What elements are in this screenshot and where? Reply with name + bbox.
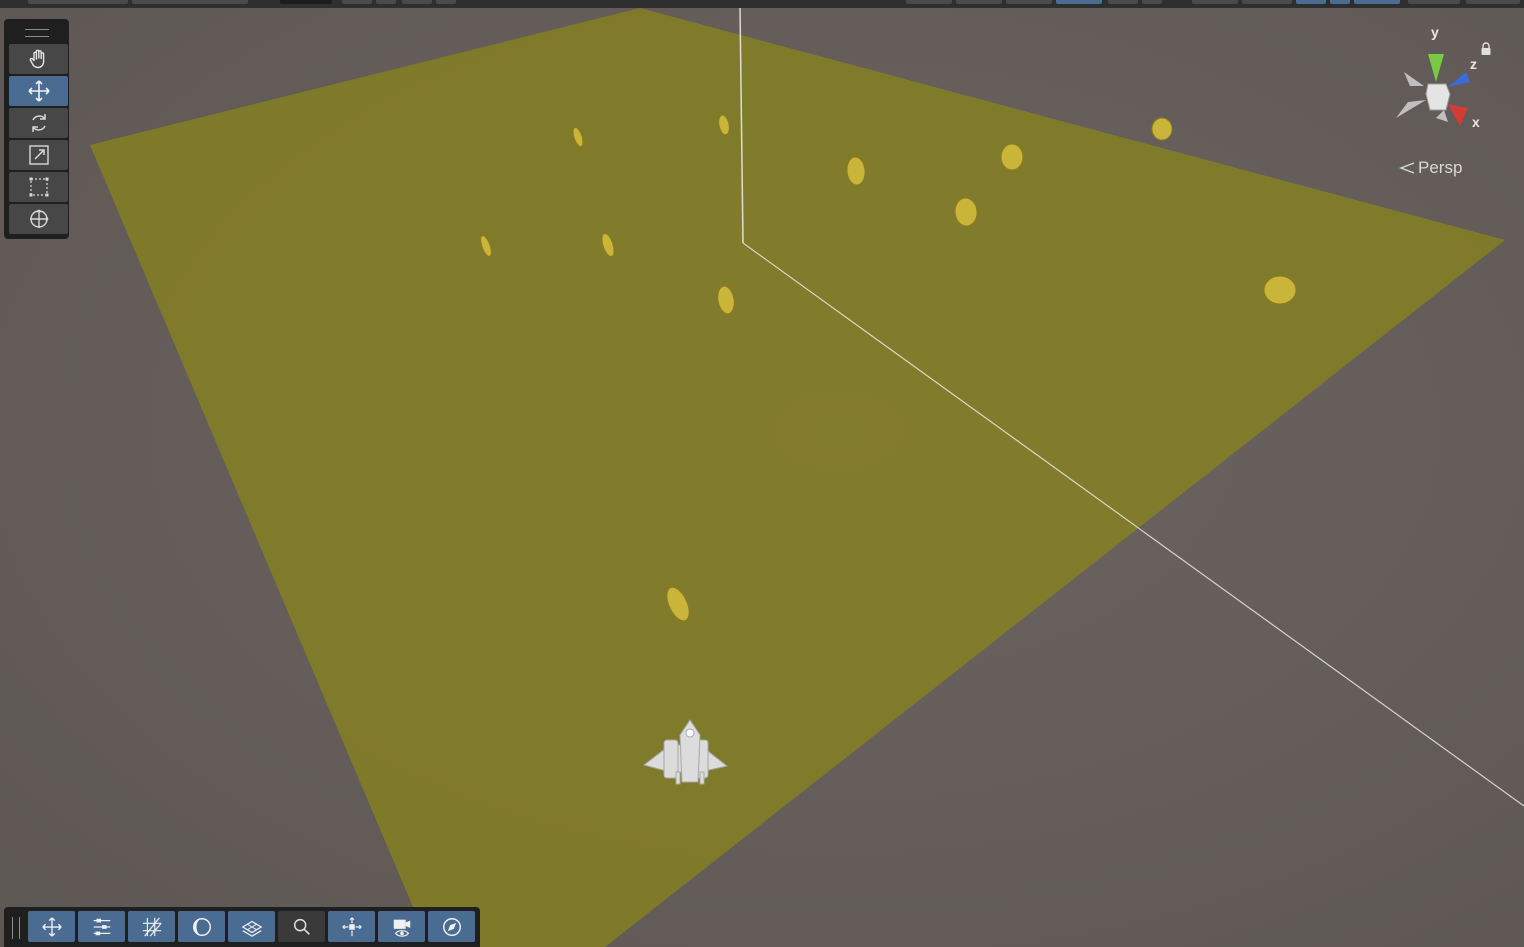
- scale-icon: [28, 145, 49, 165]
- transform-icon: [29, 209, 48, 228]
- move-arrows-icon: [41, 916, 62, 937]
- coin[interactable]: [1263, 275, 1297, 305]
- tool-palette: [4, 19, 69, 239]
- toolbar-stub[interactable]: [1354, 0, 1400, 4]
- scene-3d-view[interactable]: [0, 8, 1524, 947]
- lock-icon[interactable]: [1480, 42, 1492, 56]
- toolbar-stub[interactable]: [1466, 0, 1520, 4]
- scale-tool-button[interactable]: [9, 140, 68, 170]
- search-icon: [293, 918, 310, 935]
- projection-toggle[interactable]: Persp: [1398, 158, 1462, 178]
- toolbar-stub[interactable]: [1192, 0, 1238, 4]
- overlay-grip[interactable]: [12, 917, 20, 939]
- projection-label: Persp: [1418, 158, 1463, 177]
- toolbar-stub[interactable]: [1408, 0, 1460, 4]
- toolbar-stub[interactable]: [1242, 0, 1292, 4]
- coin[interactable]: [1000, 143, 1024, 171]
- toolbar-stub[interactable]: [1142, 0, 1162, 4]
- toolbar-stub[interactable]: [1296, 0, 1326, 4]
- snapping-toggle-button[interactable]: [228, 911, 275, 942]
- grid-icon: [142, 916, 162, 937]
- coin[interactable]: [1151, 117, 1173, 141]
- sliders-icon: [93, 918, 110, 935]
- toolbar-stub[interactable]: [1056, 0, 1102, 4]
- toolbar-stub[interactable]: [402, 0, 432, 4]
- toolbar-stub[interactable]: [342, 0, 372, 4]
- camera-visibility-button[interactable]: [378, 911, 425, 942]
- toolbar-stub[interactable]: [132, 0, 248, 4]
- hand-tool-button[interactable]: [9, 44, 68, 74]
- top-toolbar-strip: [0, 0, 1524, 8]
- navigation-toggle-button[interactable]: [428, 911, 475, 942]
- component-tools-button[interactable]: [78, 911, 125, 942]
- rect-tool-button[interactable]: [9, 172, 68, 202]
- rotate-icon: [31, 114, 46, 132]
- pivot-icon: [341, 916, 362, 936]
- toolbar-stub[interactable]: [956, 0, 1002, 4]
- compass-icon: [442, 917, 461, 936]
- camera-eye-icon: [393, 919, 410, 937]
- toolbar-stub[interactable]: [436, 0, 456, 4]
- move-overlay-button[interactable]: [28, 911, 75, 942]
- palette-grip[interactable]: [25, 29, 49, 37]
- toolbar-stub[interactable]: [280, 0, 332, 4]
- gizmo-y-label[interactable]: y: [1431, 24, 1439, 40]
- transform-tool-button[interactable]: [9, 204, 68, 234]
- move-arrows-icon: [27, 80, 50, 102]
- perspective-icon: [1399, 162, 1415, 174]
- pivot-toggle-button[interactable]: [328, 911, 375, 942]
- shading-toggle-button[interactable]: [178, 911, 225, 942]
- scene-viewport[interactable]: y z x Persp: [0, 8, 1524, 947]
- toolbar-stub[interactable]: [906, 0, 952, 4]
- rect-transform-icon: [29, 177, 48, 197]
- move-tool-button[interactable]: [9, 76, 68, 106]
- search-button[interactable]: [278, 911, 325, 942]
- hand-icon: [29, 49, 44, 69]
- ground-plane[interactable]: [90, 8, 1505, 947]
- toolbar-stub[interactable]: [1006, 0, 1052, 4]
- gizmo-z-label[interactable]: z: [1470, 56, 1477, 72]
- toolbar-stub[interactable]: [1330, 0, 1350, 4]
- grid-toggle-button[interactable]: [128, 911, 175, 942]
- toolbar-stub[interactable]: [376, 0, 396, 4]
- toolbar-stub[interactable]: [1108, 0, 1138, 4]
- gizmo-x-label[interactable]: x: [1472, 114, 1480, 130]
- rotate-tool-button[interactable]: [9, 108, 68, 138]
- overlay-toolbar: [4, 907, 480, 947]
- snap-plane-icon: [241, 920, 262, 937]
- sphere-shading-icon: [192, 917, 211, 936]
- toolbar-stub[interactable]: [28, 0, 128, 4]
